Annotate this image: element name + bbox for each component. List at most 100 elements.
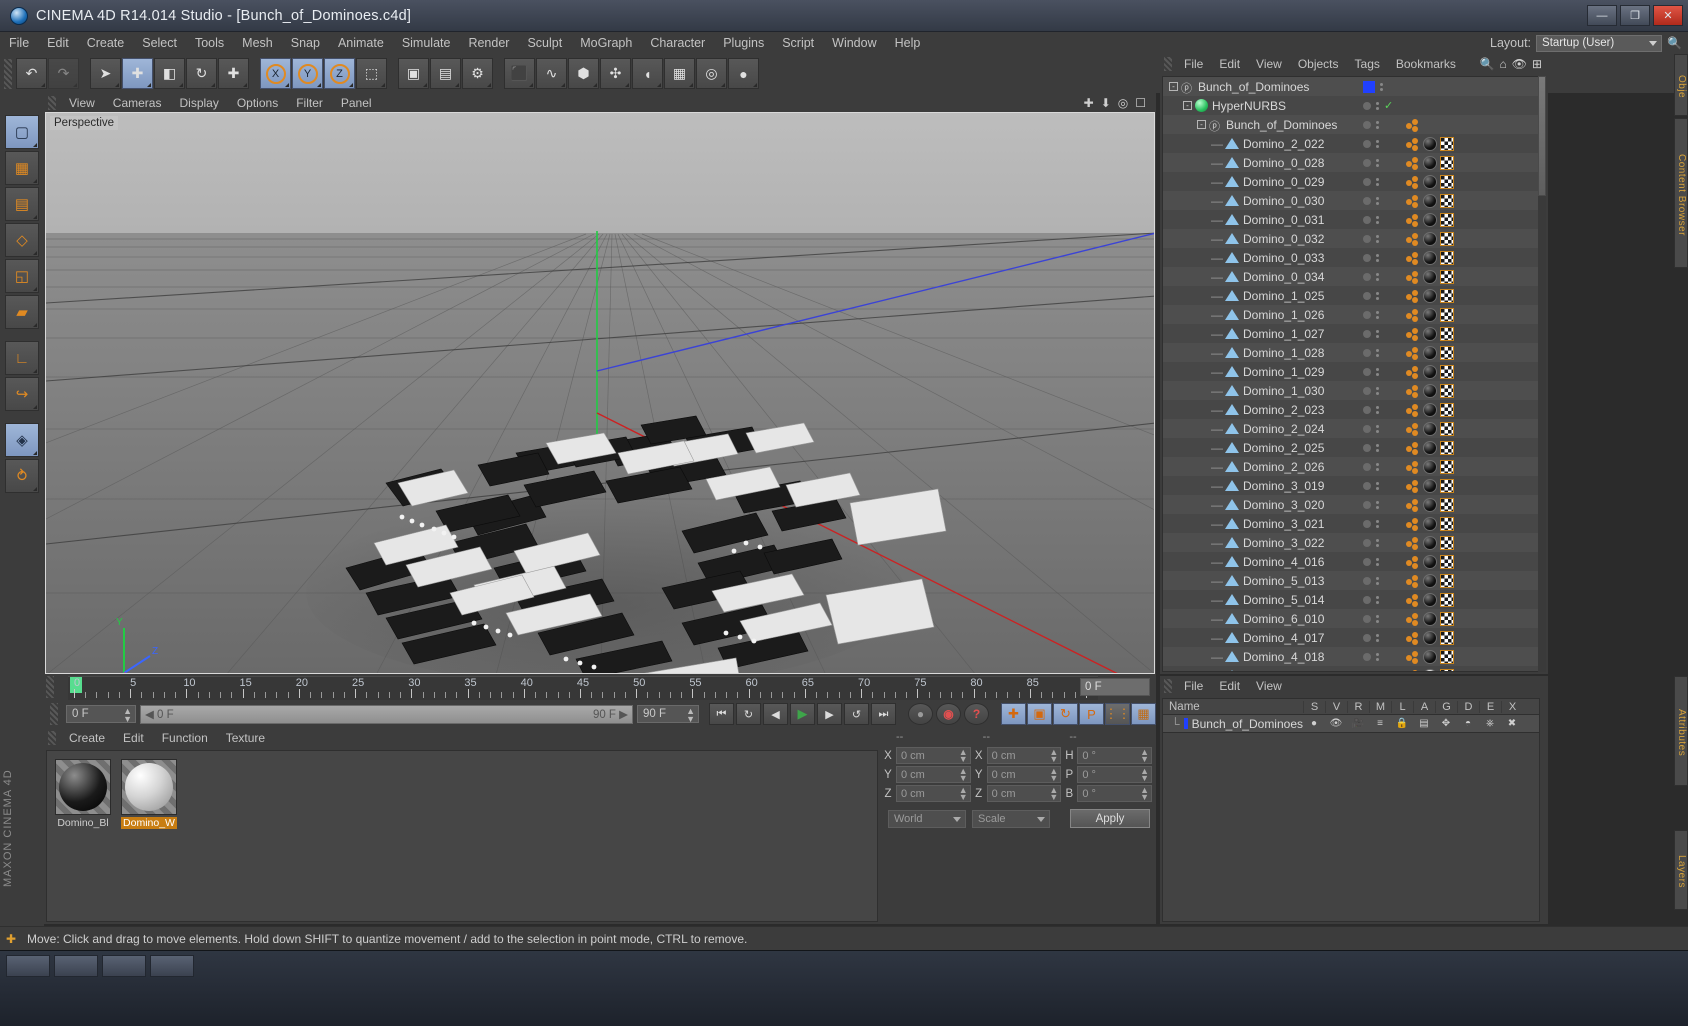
viewport-menu-display[interactable]: Display (170, 96, 227, 110)
texture-tag-icon[interactable] (1440, 649, 1454, 664)
render-visibility-dots[interactable] (1376, 576, 1379, 585)
render-visibility-dots[interactable] (1376, 538, 1379, 547)
camera-button[interactable]: ◎ (696, 58, 727, 89)
render-visibility-dots[interactable] (1376, 672, 1379, 673)
object-row[interactable]: - HyperNURBS ✓ (1163, 96, 1539, 115)
object-menu-file[interactable]: File (1176, 57, 1211, 71)
menu-item-file[interactable]: File (0, 32, 38, 54)
editor-visibility-dot[interactable] (1363, 348, 1371, 357)
texture-tag-icon[interactable] (1440, 611, 1454, 626)
frame-range-scrubber[interactable]: ◀ 0 F 90 F ▶ (140, 704, 633, 724)
object-row[interactable]: — Domino_3_021 (1163, 514, 1539, 533)
texture-tag-icon[interactable] (1440, 478, 1454, 493)
coord-size-field[interactable]: 0 cm ▲ ▼ (986, 785, 1062, 802)
menu-item-sculpt[interactable]: Sculpt (518, 32, 571, 54)
object-row[interactable]: — Domino_6_010 (1163, 609, 1539, 628)
stepper-icon[interactable]: ▲ ▼ (959, 748, 968, 764)
texture-tag-icon[interactable] (1440, 250, 1454, 265)
layer-column-g[interactable]: G (1435, 700, 1457, 713)
goto-start-button[interactable]: ⏮ (709, 703, 734, 725)
texture-tag-icon[interactable] (1440, 364, 1454, 379)
editor-visibility-dot[interactable] (1363, 158, 1371, 167)
material-menu-create[interactable]: Create (60, 731, 114, 745)
render-visibility-dots[interactable] (1376, 633, 1379, 642)
add-tool-button[interactable]: ✚ (218, 58, 249, 89)
viewport-menu-filter[interactable]: Filter (287, 96, 332, 110)
editor-visibility-dot[interactable] (1363, 367, 1371, 376)
search-icon[interactable]: 🔍 (1667, 36, 1682, 50)
object-row[interactable]: — Domino_0_029 (1163, 172, 1539, 191)
play-button[interactable]: ▶ (790, 703, 815, 725)
dynamics-tag-icon[interactable] (1406, 650, 1420, 664)
dynamics-tag-icon[interactable] (1406, 251, 1420, 265)
dynamics-tag-icon[interactable] (1406, 118, 1420, 132)
maximize-view-icon[interactable]: ☐ (1135, 96, 1146, 110)
select-tool-button[interactable]: ➤ (90, 58, 121, 89)
texture-tag-icon[interactable] (1440, 440, 1454, 455)
object-row[interactable]: — Domino_4_017 (1163, 628, 1539, 647)
material-item[interactable]: Domino_W (121, 759, 177, 829)
material-menu-texture[interactable]: Texture (217, 731, 274, 745)
eye-icon[interactable]: 👁 (1512, 57, 1527, 71)
dynamics-tag-icon[interactable] (1406, 536, 1420, 550)
layer-column-e[interactable]: E (1479, 700, 1501, 713)
material-tag-icon[interactable] (1423, 212, 1437, 227)
dynamics-tag-icon[interactable] (1406, 631, 1420, 645)
menu-item-create[interactable]: Create (78, 32, 134, 54)
expander-icon[interactable]: - (1183, 101, 1192, 110)
render-visibility-dots[interactable] (1376, 443, 1379, 452)
texture-tag-icon[interactable] (1440, 516, 1454, 531)
stepper-icon[interactable]: ▲ ▼ (1140, 767, 1149, 783)
texture-tag-icon[interactable] (1440, 155, 1454, 170)
render-visibility-dots[interactable] (1376, 462, 1379, 471)
material-menu-function[interactable]: Function (153, 731, 217, 745)
object-row[interactable]: — Domino_2_026 (1163, 457, 1539, 476)
layer-flag-l[interactable]: 🔒 (1391, 718, 1413, 729)
world-object-coordinates-button[interactable]: ⬚ (356, 58, 387, 89)
object-row[interactable]: — Domino_1_030 (1163, 381, 1539, 400)
dynamics-tag-icon[interactable] (1406, 270, 1420, 284)
enable-axis-button[interactable]: ↪ (5, 377, 39, 411)
dynamics-tag-icon[interactable] (1406, 137, 1420, 151)
texture-tag-icon[interactable] (1440, 459, 1454, 474)
render-visibility-dots[interactable] (1376, 101, 1379, 110)
layer-column-a[interactable]: A (1413, 700, 1435, 713)
step-forward-button[interactable]: ▶ (817, 703, 842, 725)
scale-tool-button[interactable]: ◧ (154, 58, 185, 89)
render-visibility-dots[interactable] (1376, 272, 1379, 281)
render-visibility-dots[interactable] (1376, 557, 1379, 566)
coord-rotation-field[interactable]: 0 ° ▲ ▼ (1077, 747, 1153, 764)
viewport-menu-view[interactable]: View (60, 96, 104, 110)
layers-tab[interactable]: Layers (1674, 830, 1688, 910)
step-back-button[interactable]: ◀ (763, 703, 788, 725)
editor-visibility-dot[interactable] (1363, 120, 1371, 129)
texture-tag-icon[interactable] (1440, 345, 1454, 360)
dynamics-tag-icon[interactable] (1406, 460, 1420, 474)
editor-visibility-dot[interactable] (1363, 614, 1371, 623)
scrollbar-thumb[interactable] (1538, 76, 1546, 196)
render-visibility-dots[interactable] (1376, 652, 1379, 661)
expander-icon[interactable]: - (1197, 120, 1206, 129)
keyframe-help-button[interactable]: ? (964, 703, 989, 725)
attribute-grip[interactable] (1164, 679, 1172, 693)
move-view-icon[interactable]: ✚ (1084, 96, 1094, 110)
object-row[interactable]: — Domino_2_023 (1163, 400, 1539, 419)
dynamics-tag-icon[interactable] (1406, 498, 1420, 512)
object-menu-view[interactable]: View (1248, 57, 1290, 71)
editor-visibility-dot[interactable] (1363, 405, 1371, 414)
scale-key-button[interactable]: ▣ (1027, 703, 1052, 725)
object-menu-bookmarks[interactable]: Bookmarks (1388, 57, 1464, 71)
layer-row[interactable]: └ Bunch_of_Dominoes ● 👁 🎥 ≡ 🔒 ▤ ✥ ◓ ⎈ ✖ (1162, 715, 1540, 732)
menu-item-plugins[interactable]: Plugins (714, 32, 773, 54)
attribute-menu-file[interactable]: File (1176, 679, 1211, 693)
stepper-icon[interactable]: ▲ ▼ (1049, 767, 1058, 783)
param-key-button[interactable]: ⋮⋮ (1105, 703, 1131, 725)
layer-flag-m[interactable]: ≡ (1369, 718, 1391, 729)
material-tag-icon[interactable] (1423, 288, 1437, 303)
object-row[interactable]: — Domino_3_022 (1163, 533, 1539, 552)
position-key-button[interactable]: ✚ (1001, 703, 1026, 725)
search-icon[interactable]: 🔍 (1480, 57, 1495, 71)
texture-tag-icon[interactable] (1440, 592, 1454, 607)
stepper-icon[interactable]: ▲ ▼ (1049, 748, 1058, 764)
menu-item-render[interactable]: Render (459, 32, 518, 54)
